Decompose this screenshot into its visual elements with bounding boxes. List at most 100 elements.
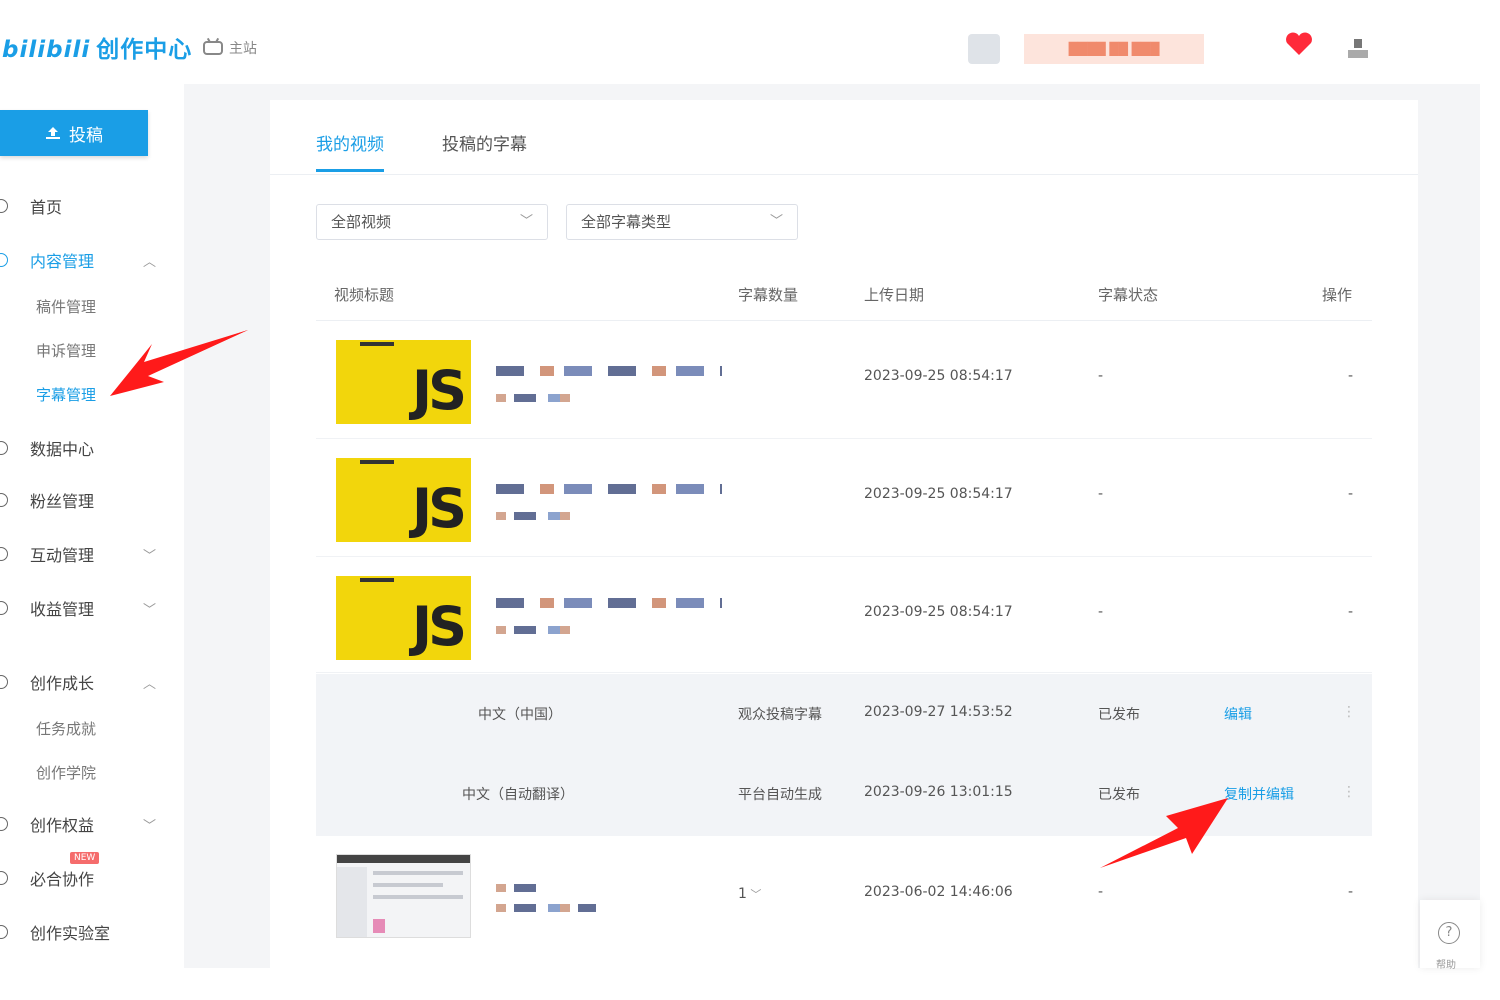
sidebar-item-rights[interactable]: 创作权益 ﹀: [0, 812, 160, 836]
heart-icon[interactable]: [1284, 31, 1314, 57]
question-icon: ?: [1438, 922, 1460, 944]
upload-date: 2023-09-25 08:54:17: [864, 604, 1013, 620]
col-subtitle-status: 字幕状态: [1098, 286, 1159, 304]
subtitle-type-filter-select[interactable]: 全部字幕类型 ﹀: [566, 204, 798, 240]
help-label: 帮助: [1436, 960, 1456, 971]
sidebar-item-fans[interactable]: 粉丝管理: [0, 488, 160, 512]
subtitle-type: 平台自动生成: [738, 787, 822, 803]
sidebar-item-label: 创作权益: [30, 816, 95, 835]
sidebar-item-home[interactable]: 首页: [0, 194, 160, 218]
video-title-redacted[interactable]: [496, 598, 722, 608]
creator-center-logo[interactable]: bilibili 创作中心: [2, 30, 192, 64]
chevron-down-icon: ﹀: [142, 818, 156, 834]
sidebar-item-label: 内容管理: [30, 252, 95, 271]
subtitle-count-value: 1: [738, 886, 747, 902]
subtitle-count: 1 ﹀: [738, 886, 761, 902]
sidebar-item-label: 创作实验室: [30, 924, 111, 943]
chevron-up-icon: ︿: [142, 254, 156, 270]
tv-icon: [203, 41, 223, 55]
subtitle-type-filter-value: 全部字幕类型: [581, 213, 672, 231]
edit-subtitle-link[interactable]: 编辑: [1224, 704, 1252, 724]
sidebar-item-data[interactable]: 数据中心: [0, 436, 160, 460]
chevron-down-icon: ﹀: [519, 214, 533, 229]
bilibili-logo-mark: bilibili: [2, 37, 91, 63]
sidebar-subitem-manuscripts[interactable]: 稿件管理: [36, 296, 96, 317]
video-filter-select[interactable]: 全部视频 ﹀: [316, 204, 548, 240]
video-title-redacted[interactable]: [496, 484, 722, 494]
subtitle-status: -: [1098, 368, 1104, 384]
growth-icon: [0, 675, 8, 689]
copy-and-edit-link[interactable]: 复制并编辑: [1224, 784, 1294, 804]
sidebar-item-collab[interactable]: 必合协作 NEW: [0, 852, 160, 890]
logo-text: 创作中心: [96, 37, 193, 63]
subtitle-status: -: [1098, 604, 1104, 620]
subtitle-manager-card: 我的视频 投稿的字幕 全部视频 ﹀ 全部字幕类型 ﹀ 视频标题 字幕数量 上传日…: [270, 100, 1418, 968]
col-upload-date: 上传日期: [864, 286, 925, 304]
sidebar-item-label: 收益管理: [30, 600, 95, 619]
sidebar-item-label: 必合协作: [30, 870, 95, 889]
sidebar-subitem-appeals[interactable]: 申诉管理: [36, 340, 96, 361]
video-thumbnail[interactable]: JS: [336, 458, 471, 542]
sidebar: 投稿 首页 内容管理 ︿ 稿件管理 申诉管理 字幕管理 数据中心 粉丝管理 互动管…: [0, 84, 184, 968]
video-thumbnail[interactable]: JS: [336, 576, 471, 660]
sidebar-item-lab[interactable]: 创作实验室: [0, 920, 160, 944]
row-action: -: [1348, 884, 1354, 900]
row-action: -: [1348, 486, 1354, 502]
table-row[interactable]: JS 2023-09-25 08:54:17 - -: [316, 322, 1372, 439]
sidebar-item-label: 粉丝管理: [30, 492, 95, 511]
content-icon: [0, 253, 8, 267]
help-widget[interactable]: ? 帮助: [1420, 900, 1480, 971]
chevron-down-icon: ﹀: [142, 602, 156, 618]
chevron-down-icon: ﹀: [769, 214, 783, 229]
earnings-icon: [0, 601, 8, 615]
video-subtitle-redacted: [496, 394, 576, 402]
sidebar-subitem-tasks[interactable]: 任务成就: [36, 718, 96, 739]
top-header: bilibili 创作中心 主站 ████ ██ ███: [0, 0, 1480, 84]
more-options-icon[interactable]: ⋮: [1342, 784, 1356, 800]
subtitle-date: 2023-09-27 14:53:52: [864, 704, 1013, 720]
data-icon: [0, 441, 8, 455]
table-row[interactable]: JS 2023-09-25 08:54:17 - -: [316, 440, 1372, 557]
upload-date: 2023-09-25 08:54:17: [864, 368, 1013, 384]
video-title-redacted[interactable]: [496, 366, 722, 376]
sidebar-subitem-subtitles[interactable]: 字幕管理: [36, 384, 96, 405]
tab-submitted-subtitles[interactable]: 投稿的字幕: [442, 130, 527, 169]
video-thumbnail[interactable]: [336, 854, 471, 938]
col-video-title: 视频标题: [334, 286, 395, 304]
upload-button[interactable]: 投稿: [0, 110, 148, 156]
video-title-redacted[interactable]: [496, 884, 546, 892]
row-action: -: [1348, 604, 1354, 620]
avatar[interactable]: [968, 34, 1000, 64]
table-row[interactable]: JS 2023-09-25 08:54:17 - -: [316, 558, 1372, 673]
tab-my-videos[interactable]: 我的视频: [316, 130, 384, 172]
video-thumbnail[interactable]: JS: [336, 340, 471, 424]
upload-date: 2023-09-25 08:54:17: [864, 486, 1013, 502]
sidebar-item-interaction[interactable]: 互动管理 ﹀: [0, 542, 160, 566]
annotation-arrow-right: [1100, 798, 1228, 868]
home-icon: [0, 199, 8, 213]
chevron-up-icon: ︿: [142, 676, 156, 692]
chevron-down-icon[interactable]: ﹀: [747, 888, 761, 901]
annotation-arrow-left: [110, 330, 248, 396]
user-icon[interactable]: [1344, 36, 1372, 60]
video-filter-value: 全部视频: [331, 213, 392, 231]
sidebar-item-label: 数据中心: [30, 440, 95, 459]
sidebar-item-growth[interactable]: 创作成长 ︿: [0, 670, 160, 694]
sidebar-item-label: 创作成长: [30, 674, 95, 693]
subtitle-date: 2023-09-26 13:01:15: [864, 784, 1013, 800]
home-site-link[interactable]: 主站: [203, 38, 257, 58]
chevron-down-icon: ﹀: [142, 548, 156, 564]
more-options-icon[interactable]: ⋮: [1342, 704, 1356, 720]
home-site-label: 主站: [229, 41, 257, 57]
subtitle-status: -: [1098, 486, 1104, 502]
screenshot-thumbnail-art: [337, 855, 470, 937]
subtitle-row[interactable]: 中文（中国） 观众投稿字幕 2023-09-27 14:53:52 已发布 编辑…: [316, 674, 1372, 754]
video-subtitle-redacted: [496, 904, 596, 912]
user-name[interactable]: ████ ██ ███: [1024, 34, 1204, 64]
sidebar-item-earnings[interactable]: 收益管理 ﹀: [0, 596, 160, 620]
table-header: 视频标题 字幕数量 上传日期 字幕状态 操作: [316, 272, 1372, 321]
sidebar-item-content[interactable]: 内容管理 ︿: [0, 248, 160, 272]
collab-icon: [0, 871, 8, 885]
new-badge: NEW: [70, 852, 100, 864]
sidebar-subitem-academy[interactable]: 创作学院: [36, 762, 96, 783]
